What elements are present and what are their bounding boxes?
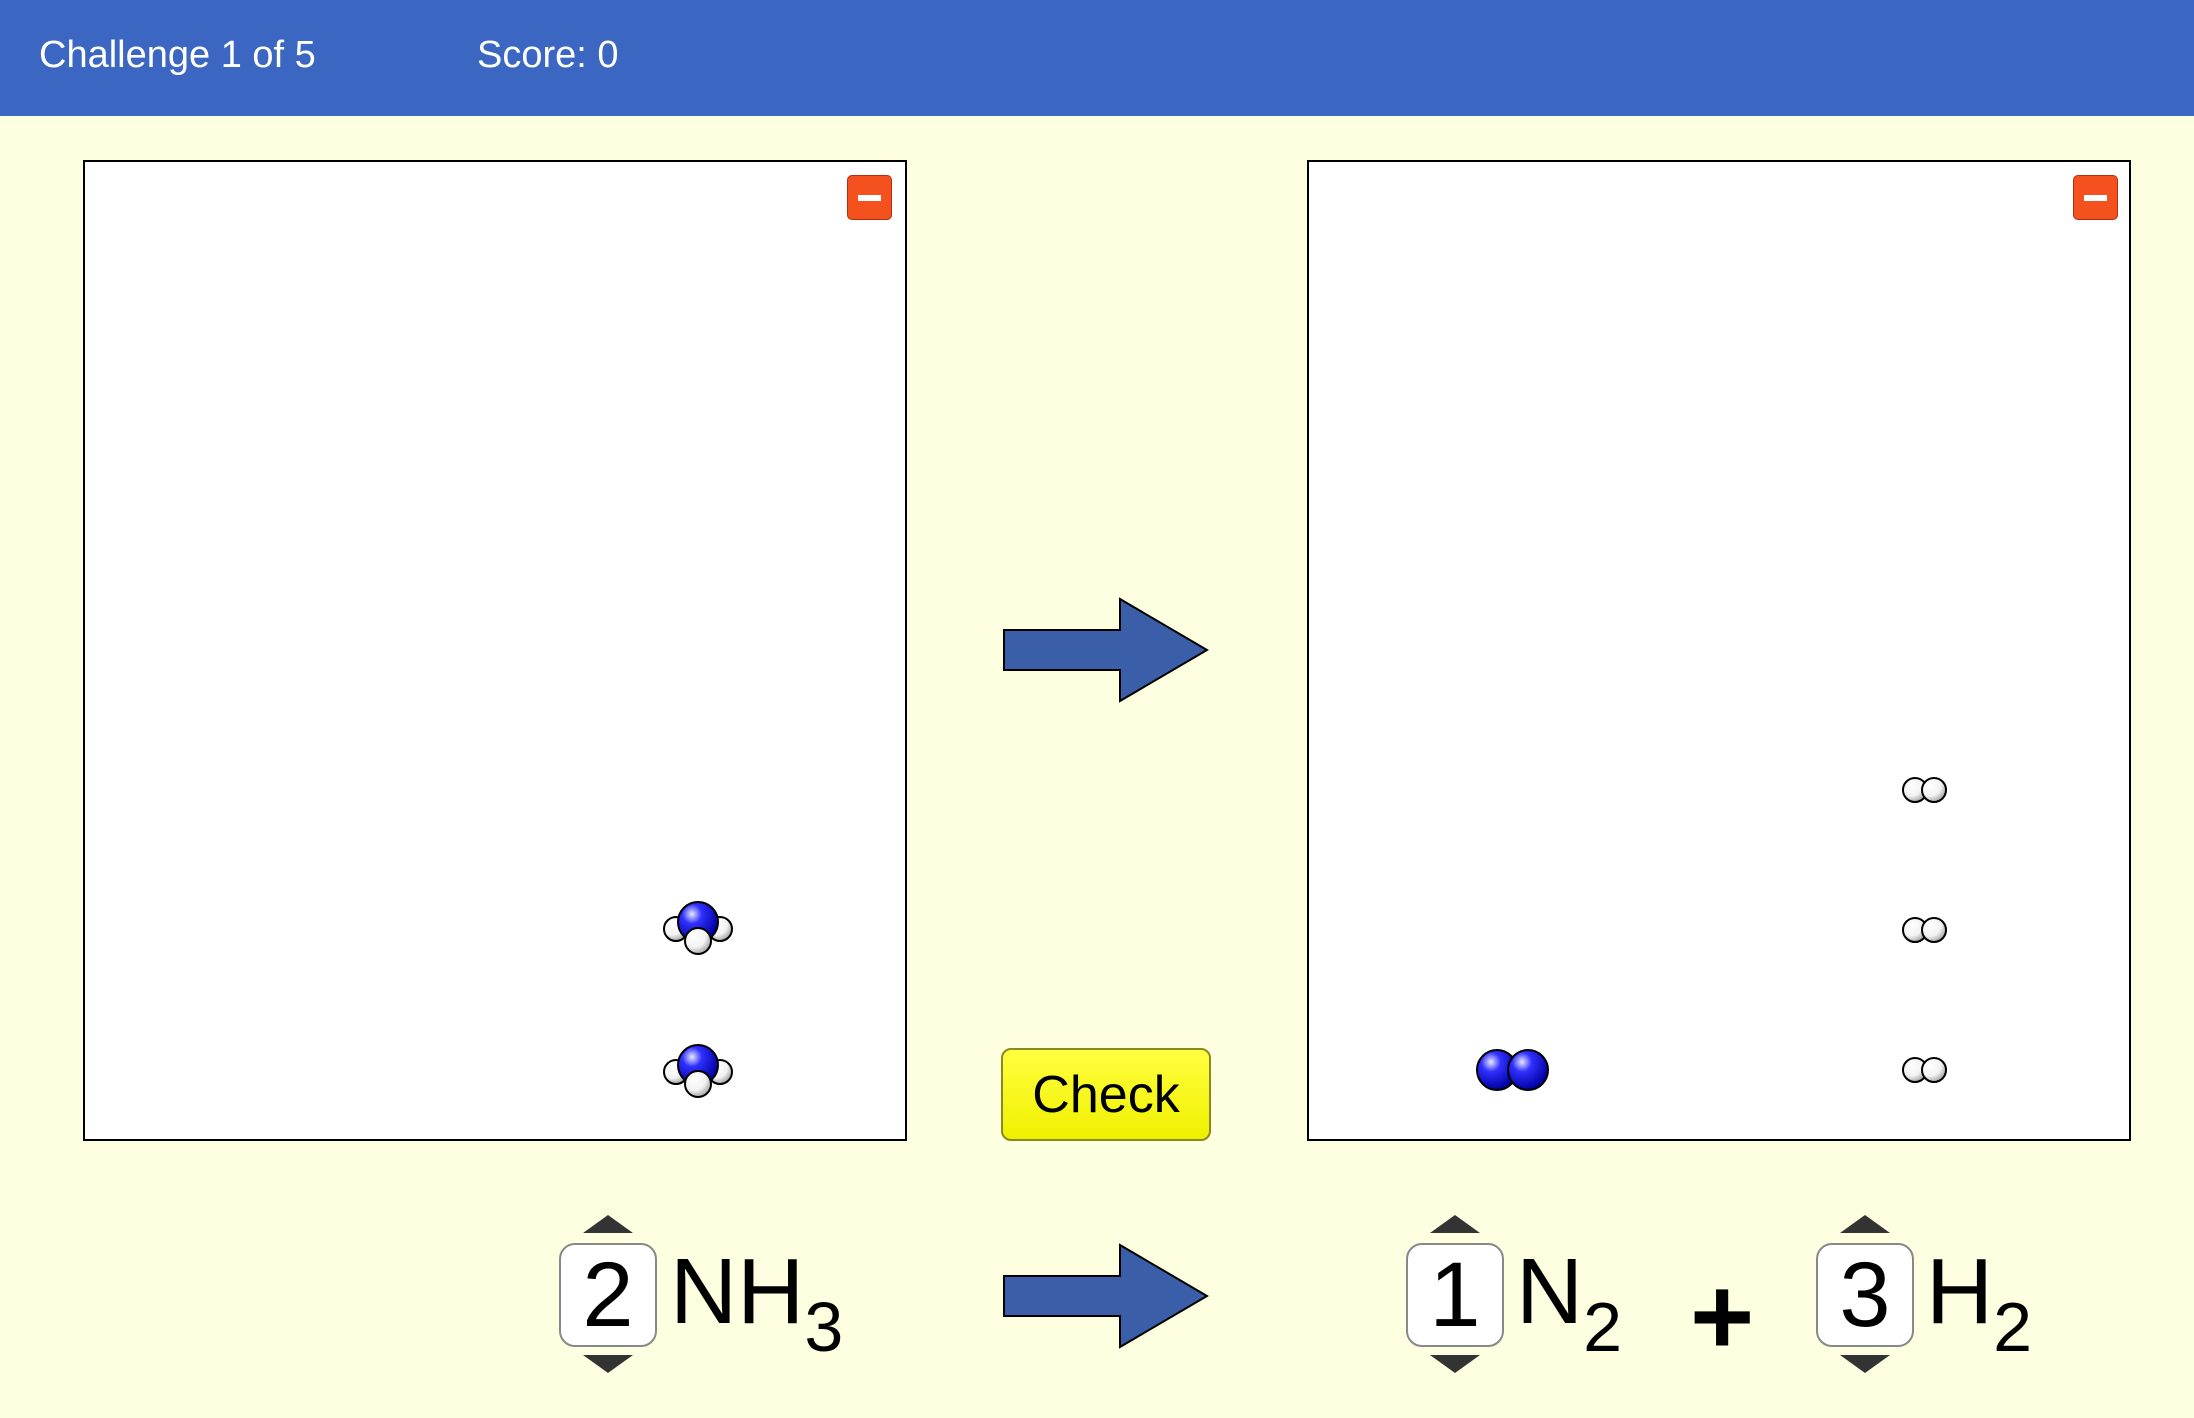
h2-coefficient-spinner[interactable]: 3: [1816, 1215, 1914, 1375]
decrement-arrow-icon[interactable]: [1840, 1355, 1890, 1373]
nh3-molecule[interactable]: [662, 898, 734, 962]
score-display: Score: 0: [477, 34, 619, 76]
formula-subscript: 2: [1583, 1288, 1623, 1366]
formula-text: H: [1926, 1239, 1994, 1343]
reaction-arrow-icon: [1003, 597, 1209, 703]
increment-arrow-icon[interactable]: [1840, 1215, 1890, 1233]
challenge-counter: Challenge 1 of 5: [39, 34, 316, 76]
plus-sign: +: [1690, 1255, 1755, 1378]
h2-molecule[interactable]: [1899, 915, 1951, 945]
remove-product-button[interactable]: [2073, 175, 2118, 220]
equation-arrow-icon: [1003, 1243, 1209, 1349]
formula-text: NH: [670, 1239, 805, 1343]
nh3-coefficient-spinner[interactable]: 2: [559, 1215, 657, 1375]
formula-text: N: [1516, 1239, 1584, 1343]
reactant-formula: NH3: [670, 1245, 843, 1363]
increment-arrow-icon[interactable]: [1430, 1215, 1480, 1233]
product-box: [1307, 160, 2131, 1141]
reactant-box: [83, 160, 907, 1141]
decrement-arrow-icon[interactable]: [583, 1355, 633, 1373]
formula-subscript: 2: [1993, 1288, 2033, 1366]
h2-molecule[interactable]: [1899, 1055, 1951, 1085]
check-button[interactable]: Check: [1001, 1048, 1211, 1141]
nh3-molecule[interactable]: [662, 1041, 734, 1105]
product-formula-h2: H2: [1926, 1245, 2032, 1363]
n2-molecule[interactable]: [1475, 1047, 1551, 1093]
increment-arrow-icon[interactable]: [583, 1215, 633, 1233]
coefficient-value: 1: [1406, 1243, 1504, 1347]
formula-subscript: 3: [804, 1288, 844, 1366]
n2-coefficient-spinner[interactable]: 1: [1406, 1215, 1504, 1375]
coefficient-value: 2: [559, 1243, 657, 1347]
product-formula-n2: N2: [1516, 1245, 1622, 1363]
remove-reactant-button[interactable]: [847, 175, 892, 220]
h2-molecule[interactable]: [1899, 775, 1951, 805]
coefficient-value: 3: [1816, 1243, 1914, 1347]
decrement-arrow-icon[interactable]: [1430, 1355, 1480, 1373]
header-bar: Challenge 1 of 5 Score: 0: [0, 0, 2194, 116]
